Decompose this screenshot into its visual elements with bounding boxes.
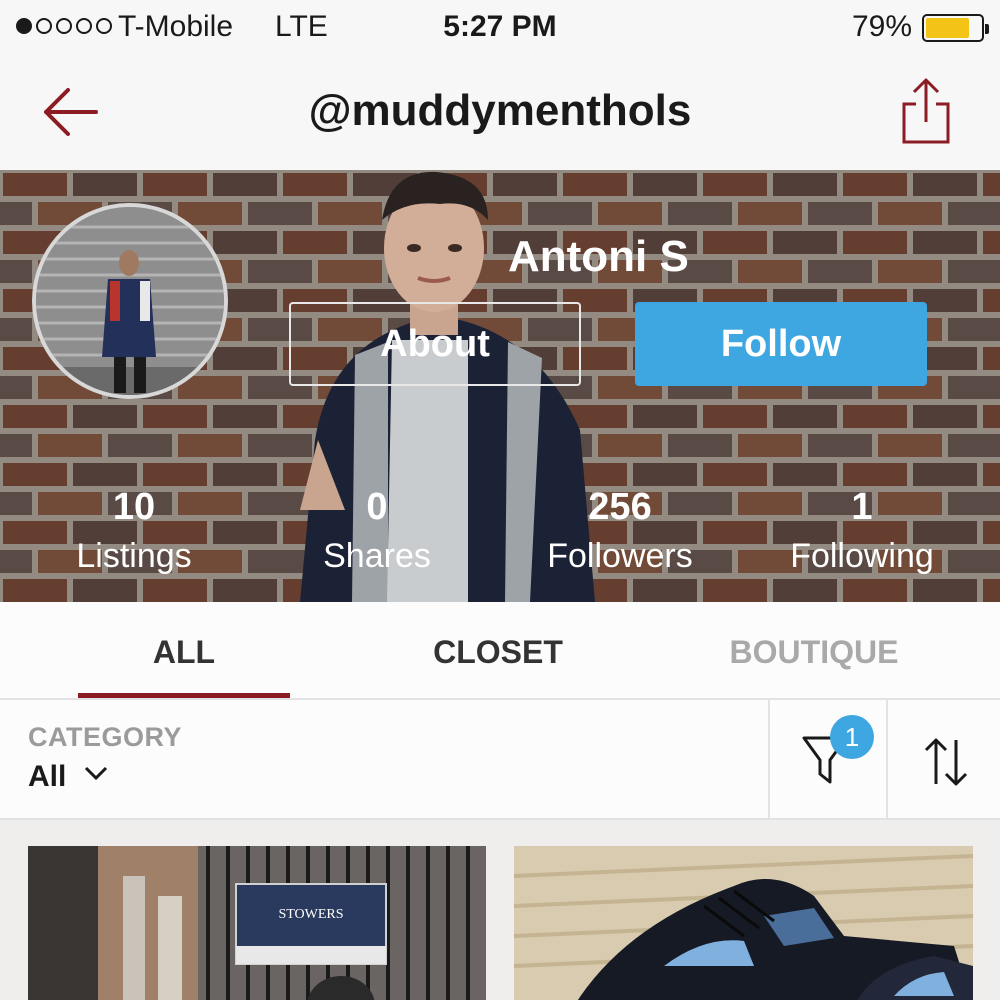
- profile-name: Antoni S: [508, 232, 689, 281]
- stat-following[interactable]: 1 Following: [742, 482, 982, 580]
- listing-card[interactable]: [514, 846, 973, 1000]
- stat-followers[interactable]: 256 Followers: [500, 482, 740, 580]
- avatar[interactable]: [32, 203, 228, 399]
- stat-value: 10: [112, 486, 156, 528]
- stat-label: Following: [790, 537, 934, 575]
- listing-card[interactable]: STOWERS: [28, 846, 486, 1000]
- follow-button[interactable]: Follow: [635, 302, 927, 386]
- listing-grid: STOWERS: [0, 820, 1000, 1000]
- stat-shares[interactable]: 0 Shares: [257, 482, 497, 580]
- battery-icon: [922, 14, 989, 42]
- filter-count-badge: 1: [830, 715, 874, 759]
- share-icon[interactable]: [896, 76, 956, 146]
- stat-label: Shares: [323, 537, 431, 575]
- chevron-down-icon[interactable]: [84, 766, 108, 782]
- about-button[interactable]: About: [289, 302, 581, 386]
- tab-all[interactable]: ALL: [78, 634, 290, 671]
- stat-value: 1: [851, 486, 873, 528]
- tab-closet[interactable]: CLOSET: [398, 634, 598, 671]
- divider: [886, 700, 888, 820]
- active-tab-indicator: [78, 693, 290, 698]
- status-bar: T-Mobile LTE 5:27 PM 79%: [0, 0, 1000, 56]
- stat-value: 0: [366, 486, 388, 528]
- listing-image: [514, 846, 973, 1000]
- stat-value: 256: [588, 486, 652, 528]
- sign-text: STOWERS: [278, 907, 343, 922]
- stat-label: Followers: [547, 537, 693, 575]
- clock: 5:27 PM: [443, 10, 557, 43]
- category-label: CATEGORY: [28, 722, 183, 752]
- profile-username: @muddymenthols: [308, 86, 692, 135]
- stat-listings[interactable]: 10 Listings: [14, 482, 254, 580]
- sort-arrows-icon[interactable]: [922, 736, 970, 788]
- tab-boutique[interactable]: BOUTIQUE: [714, 634, 914, 671]
- profile-cover: Antoni S About Follow 10 Listings 0 Shar…: [0, 170, 1000, 602]
- battery-percent: 79%: [851, 10, 912, 43]
- category-dropdown[interactable]: All: [28, 760, 66, 794]
- listing-image: STOWERS: [28, 846, 486, 1000]
- stat-label: Listings: [76, 537, 192, 575]
- nav-bar: @muddymenthols: [0, 56, 1000, 170]
- filter-bar: CATEGORY All 1: [0, 700, 1000, 820]
- listing-tabs: ALL CLOSET BOUTIQUE: [0, 602, 1000, 700]
- divider: [768, 700, 770, 820]
